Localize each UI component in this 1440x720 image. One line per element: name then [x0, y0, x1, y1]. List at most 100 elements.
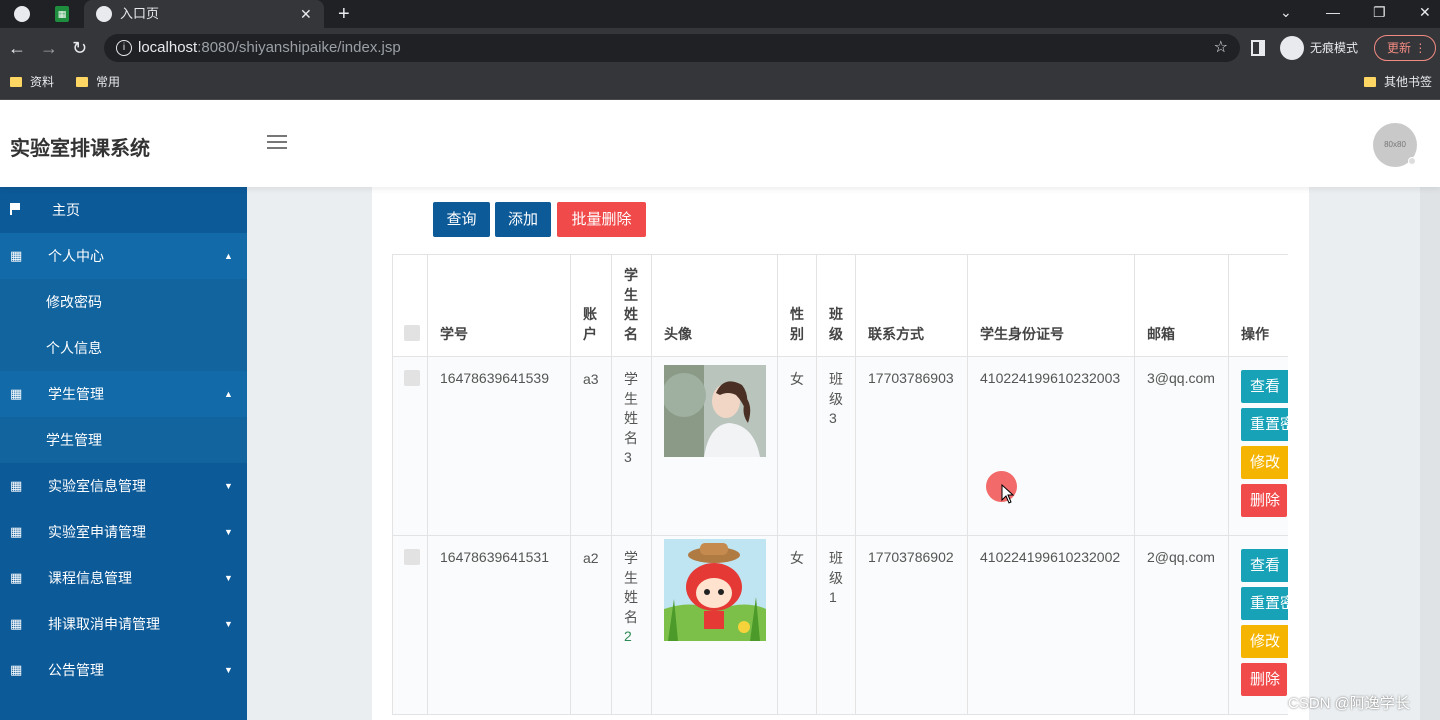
cell-id-card: 410224199610232002	[967, 535, 1135, 715]
close-window-icon[interactable]: ✕	[1419, 0, 1431, 24]
caret-down-icon: ▼	[224, 527, 233, 537]
student-photo[interactable]	[664, 539, 766, 641]
sidebar-item-label: 公告管理	[48, 662, 104, 678]
col-header-avatar[interactable]: 头像	[651, 254, 778, 357]
student-photo[interactable]	[664, 360, 766, 462]
cell-name: 学生姓名2	[611, 535, 652, 715]
cell-avatar	[651, 535, 778, 715]
forward-icon[interactable]: →	[40, 36, 58, 60]
cell-name: 学生姓名3	[611, 356, 652, 536]
sidebar-item-label: 修改密码	[46, 294, 102, 310]
bookmark-folder-changyong[interactable]: 常用	[76, 68, 120, 96]
url-input[interactable]: i localhost:8080/shiyanshipaike/index.js…	[104, 34, 1240, 62]
cell-id: 16478639641539	[427, 356, 571, 536]
col-header-account[interactable]: 账户	[570, 254, 612, 357]
sidebar-item-label: 实验室申请管理	[48, 524, 146, 540]
sidebar-item-label: 个人信息	[46, 340, 102, 356]
col-header-email[interactable]: 邮箱	[1134, 254, 1229, 357]
delete-button[interactable]: 删除	[1241, 484, 1287, 517]
bookmark-star-icon[interactable]: ☆	[1214, 34, 1228, 62]
cell-phone: 17703786902	[855, 535, 968, 715]
edit-button[interactable]: 修改	[1241, 446, 1288, 479]
info-icon[interactable]: i	[116, 40, 132, 56]
cell-gender: 女	[777, 535, 817, 715]
row-select-cell	[392, 535, 428, 715]
address-bar: ← → ↻ i localhost:8080/shiyanshipaike/in…	[0, 28, 1440, 68]
caret-down-icon: ▼	[224, 665, 233, 675]
scrollbar[interactable]	[1420, 187, 1440, 720]
bookmarks-bar: 资料 常用 其他书签	[0, 68, 1440, 100]
caret-down-icon: ▼	[224, 573, 233, 583]
sidebar-item-course-info[interactable]: ▦ 课程信息管理 ▼	[0, 555, 247, 601]
reset-password-button[interactable]: 重置密码	[1241, 408, 1288, 441]
sidebar-item-lab-application[interactable]: ▦ 实验室申请管理 ▼	[0, 509, 247, 555]
sidebar-item-label: 学生管理	[46, 432, 102, 448]
grid-icon: ▦	[10, 248, 23, 263]
folder-icon	[1364, 77, 1376, 87]
student-table: 学号 账户 学生姓名 头像 性别 班级 联系方式 学生身份证号 邮箱 操作 16…	[392, 254, 1288, 720]
folder-icon	[10, 77, 22, 87]
sidebar-item-student-management-sub[interactable]: 学生管理	[0, 417, 247, 463]
sidebar-item-personal-info[interactable]: 个人信息	[0, 325, 247, 371]
select-all-cell	[392, 254, 428, 357]
col-header-class[interactable]: 班级	[816, 254, 856, 357]
col-header-phone[interactable]: 联系方式	[855, 254, 968, 357]
cell-class: 班级3	[816, 356, 856, 536]
cell-phone: 17703786903	[855, 356, 968, 536]
sidebar-item-announcement[interactable]: ▦ 公告管理 ▼	[0, 647, 247, 693]
sidebar-item-change-password[interactable]: 修改密码	[0, 279, 247, 325]
caret-up-icon: ▲	[224, 389, 233, 399]
grid-icon: ▦	[10, 524, 23, 539]
close-icon[interactable]: ✕	[300, 0, 312, 28]
sheets-icon[interactable]: ▦	[55, 6, 69, 22]
delete-button[interactable]: 删除	[1241, 663, 1287, 696]
incognito-label: 无痕模式	[1310, 41, 1359, 55]
cell-account: a2	[570, 535, 612, 715]
chevron-down-icon[interactable]: ⌄	[1280, 0, 1292, 24]
cell-actions: 查看 重置密码 修改 删除	[1228, 535, 1288, 715]
bookmark-folder-ziliao[interactable]: 资料	[10, 68, 54, 96]
edit-button[interactable]: 修改	[1241, 625, 1288, 658]
sidebar-item-cancel-application[interactable]: ▦ 排课取消申请管理 ▼	[0, 601, 247, 647]
sidebar-item-personal-center[interactable]: ▦ 个人中心 ▲	[0, 233, 247, 279]
menu-toggle-icon[interactable]	[267, 135, 287, 151]
col-header-actions: 操作	[1228, 254, 1288, 357]
reload-icon[interactable]: ↻	[72, 36, 87, 60]
view-button[interactable]: 查看	[1241, 549, 1288, 582]
row-select-cell	[392, 356, 428, 536]
new-tab-icon[interactable]: +	[338, 0, 350, 28]
sidebar-item-home[interactable]: 主页	[0, 187, 247, 233]
back-icon[interactable]: ←	[8, 36, 26, 60]
minimize-icon[interactable]: —	[1326, 0, 1340, 24]
col-header-id[interactable]: 学号	[427, 254, 571, 357]
cell-id: 16478639641531	[427, 535, 571, 715]
row-checkbox[interactable]	[404, 549, 420, 565]
sidebar-item-lab-info[interactable]: ▦ 实验室信息管理 ▼	[0, 463, 247, 509]
batch-delete-button[interactable]: 批量删除	[557, 202, 646, 237]
select-all-checkbox[interactable]	[404, 325, 420, 341]
add-button[interactable]: 添加	[495, 202, 551, 237]
app-title: 实验室排课系统	[10, 138, 150, 160]
grid-icon: ▦	[10, 386, 23, 401]
caret-down-icon: ▼	[224, 619, 233, 629]
restore-icon[interactable]: ❐	[1373, 0, 1386, 24]
reset-password-button[interactable]: 重置密码	[1241, 587, 1288, 620]
row-checkbox[interactable]	[404, 370, 420, 386]
sidebar-item-student-management[interactable]: ▦ 学生管理 ▲	[0, 371, 247, 417]
incognito-icon	[1280, 36, 1304, 60]
view-button[interactable]: 查看	[1241, 370, 1288, 403]
cell-email: 2@qq.com	[1134, 535, 1229, 715]
status-dot	[1408, 157, 1416, 165]
col-header-name[interactable]: 学生姓名	[611, 254, 652, 357]
cell-class: 班级1	[816, 535, 856, 715]
bookmark-folder-other[interactable]: 其他书签	[1364, 68, 1432, 96]
browser-tab[interactable]: 入口页 ✕	[84, 0, 324, 28]
cell-gender: 女	[777, 356, 817, 536]
flag-icon	[10, 203, 20, 215]
col-header-id-card[interactable]: 学生身份证号	[967, 254, 1135, 357]
side-panel-icon[interactable]	[1251, 40, 1265, 56]
update-button[interactable]: 更新 ⋮	[1374, 35, 1436, 61]
globe-icon[interactable]	[14, 6, 30, 22]
col-header-gender[interactable]: 性别	[777, 254, 817, 357]
query-button[interactable]: 查询	[433, 202, 490, 237]
